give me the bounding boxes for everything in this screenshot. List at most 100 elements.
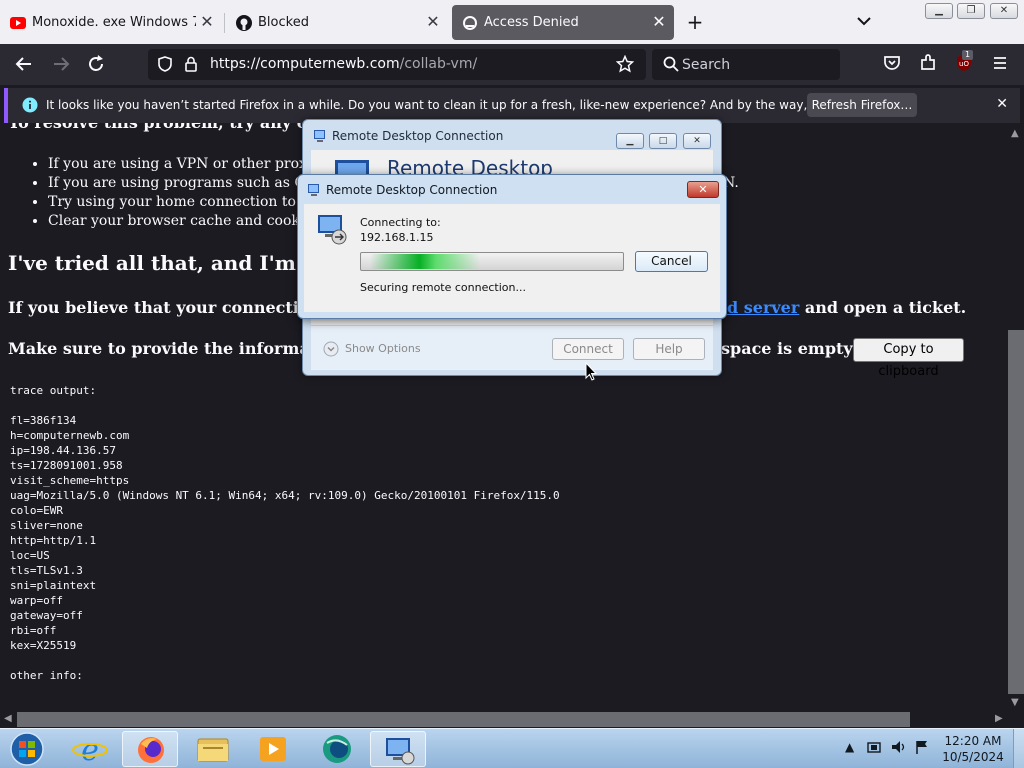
pocket-icon[interactable] <box>881 53 903 75</box>
tab-access-denied[interactable]: Access Denied ✕ <box>452 5 674 40</box>
tab-youtube[interactable]: Monoxide. exe Windows 7,8,81, ✕ <box>0 5 222 40</box>
refresh-firefox-notification: It looks like you haven’t started Firefo… <box>4 88 1020 123</box>
navigation-toolbar: https://computernewb.com/collab-vm/ uO 1 <box>0 44 1024 85</box>
contact-suffix: and open a ticket. <box>799 298 967 317</box>
new-tab-plus-icon[interactable]: + <box>685 12 705 32</box>
mouse-cursor-icon <box>585 361 598 386</box>
provide-info-suffix: space is empty): <box>721 339 867 358</box>
dialog-title: Remote Desktop Connection <box>326 183 498 197</box>
tab-strip: Monoxide. exe Windows 7,8,81, ✕ Blocked … <box>0 0 1024 44</box>
copy-to-clipboard-button[interactable]: Copy to clipboard <box>853 338 964 379</box>
close-tab-icon[interactable]: ✕ <box>424 13 442 31</box>
reload-icon[interactable] <box>85 53 107 75</box>
volume-speaker-icon[interactable] <box>890 739 908 758</box>
search-input[interactable] <box>682 55 832 75</box>
scroll-left-arrow-icon[interactable]: ◀ <box>4 713 12 724</box>
remote-desktop-connecting-dialog: Remote Desktop Connection ✕ Connecting t… <box>297 174 727 319</box>
dialog-title: Remote Desktop Connection <box>332 129 504 143</box>
system-clock[interactable]: 12:20 AM 10/5/2024 <box>942 733 1004 765</box>
close-notification-icon[interactable]: ✕ <box>996 96 1008 112</box>
back-arrow-icon[interactable] <box>13 53 35 75</box>
list-item: If you are using a VPN or other proxy ap… <box>48 155 346 174</box>
file-explorer-icon[interactable] <box>185 731 241 767</box>
search-icon <box>662 55 680 77</box>
tracking-protection-shield-icon[interactable] <box>156 55 174 77</box>
action-center-flag-icon[interactable] <box>866 739 882 758</box>
page-heading: I've tried all that, and I'm st <box>8 251 324 275</box>
search-box[interactable] <box>652 49 840 80</box>
svg-text:uO: uO <box>959 60 969 68</box>
url-path: /collab-vm/ <box>399 56 478 72</box>
dialog-body: Connecting to: 192.168.1.15 Cancel Secur… <box>304 204 720 312</box>
trace-output: trace output: fl=386f134 h=computernewb.… <box>10 384 560 682</box>
show-hidden-icons-chevron-icon[interactable]: ▲ <box>845 740 854 754</box>
minimize-button[interactable]: ▁ <box>925 3 953 19</box>
list-all-tabs-chevron-icon[interactable] <box>855 12 873 30</box>
remote-desktop-icon <box>312 128 328 148</box>
show-options-chevron-icon[interactable] <box>323 341 339 361</box>
clock-time: 12:20 AM <box>944 734 1002 748</box>
close-button[interactable]: ✕ <box>687 181 719 198</box>
close-button[interactable]: ✕ <box>683 133 711 149</box>
tab-label: Blocked <box>258 15 309 30</box>
start-orb-button[interactable] <box>2 731 52 767</box>
network-flag-icon[interactable] <box>914 739 930 758</box>
remote-host-address: 192.168.1.15 <box>360 231 434 244</box>
remote-desktop-icon <box>306 182 322 202</box>
media-player-icon[interactable] <box>245 731 301 767</box>
clock-date: 10/5/2024 <box>942 750 1004 764</box>
refresh-firefox-button[interactable]: Refresh Firefox… <box>807 93 917 117</box>
scroll-up-arrow-icon[interactable]: ▲ <box>1011 128 1019 139</box>
remote-desktop-taskbar-icon[interactable] <box>370 731 426 767</box>
padlock-icon[interactable] <box>182 55 200 77</box>
url-text[interactable]: https://computernewb.com/collab-vm/ <box>210 56 477 72</box>
firefox-icon[interactable] <box>122 731 178 767</box>
provide-info-prefix: Make sure to provide the informatio <box>8 339 334 358</box>
extensions-puzzle-icon[interactable] <box>917 53 939 75</box>
url-bar[interactable]: https://computernewb.com/collab-vm/ <box>148 49 646 80</box>
cancel-button[interactable]: Cancel <box>635 251 708 272</box>
horizontal-scroll-thumb[interactable] <box>17 712 910 727</box>
tab-github[interactable]: Blocked ✕ <box>226 5 448 40</box>
cloudflare-icon <box>462 15 478 31</box>
contact-prefix: If you believe that your connection i <box>8 298 333 317</box>
show-desktop-button[interactable] <box>1013 729 1024 768</box>
tab-label: Monoxide. exe Windows 7,8,81, <box>32 15 196 30</box>
scroll-down-arrow-icon[interactable]: ▼ <box>1011 697 1019 708</box>
connecting-to-label: Connecting to: <box>360 216 441 229</box>
url-host: https://computernewb.com <box>210 56 400 72</box>
restore-button[interactable]: ❐ <box>957 3 985 19</box>
github-icon <box>236 14 252 31</box>
close-tab-icon[interactable]: ✕ <box>650 13 668 31</box>
help-button[interactable]: Help <box>633 338 705 360</box>
ublock-origin-icon[interactable]: uO 1 <box>953 50 975 75</box>
remote-desktop-connection-icon <box>316 213 348 251</box>
youtube-icon <box>10 15 26 31</box>
internet-explorer-icon[interactable]: e <box>62 731 118 768</box>
close-window-button[interactable]: ✕ <box>990 3 1018 19</box>
tab-label: Access Denied <box>484 15 579 30</box>
maximize-button[interactable]: □ <box>649 133 677 149</box>
bookmark-star-icon[interactable] <box>615 54 635 77</box>
hamburger-menu-icon[interactable] <box>989 53 1011 75</box>
show-options-label[interactable]: Show Options <box>345 342 421 355</box>
taskbar: e ▲ 12:20 AM 10/5/2024 <box>0 728 1024 768</box>
connection-status-text: Securing remote connection... <box>360 281 526 294</box>
progress-glow <box>370 254 480 269</box>
server-link[interactable]: d server <box>727 298 799 317</box>
connection-progress-bar <box>360 252 624 271</box>
globe-app-icon[interactable] <box>309 731 365 767</box>
notification-text: It looks like you haven’t started Firefo… <box>46 98 902 112</box>
connect-button[interactable]: Connect <box>552 338 624 360</box>
svg-text:e: e <box>81 733 99 767</box>
forward-arrow-icon[interactable] <box>50 53 72 75</box>
extension-badge: 1 <box>962 50 974 60</box>
minimize-button[interactable]: ▁ <box>616 133 644 149</box>
dialog-button-row: Show Options Connect Help <box>311 325 713 369</box>
contact-line-end: d server and open a ticket. <box>727 298 966 317</box>
close-tab-icon[interactable]: ✕ <box>198 13 216 31</box>
tab-divider <box>224 13 225 33</box>
scroll-right-arrow-icon[interactable]: ▶ <box>995 713 1003 724</box>
vertical-scroll-thumb[interactable] <box>1008 330 1024 694</box>
info-icon <box>22 97 38 117</box>
